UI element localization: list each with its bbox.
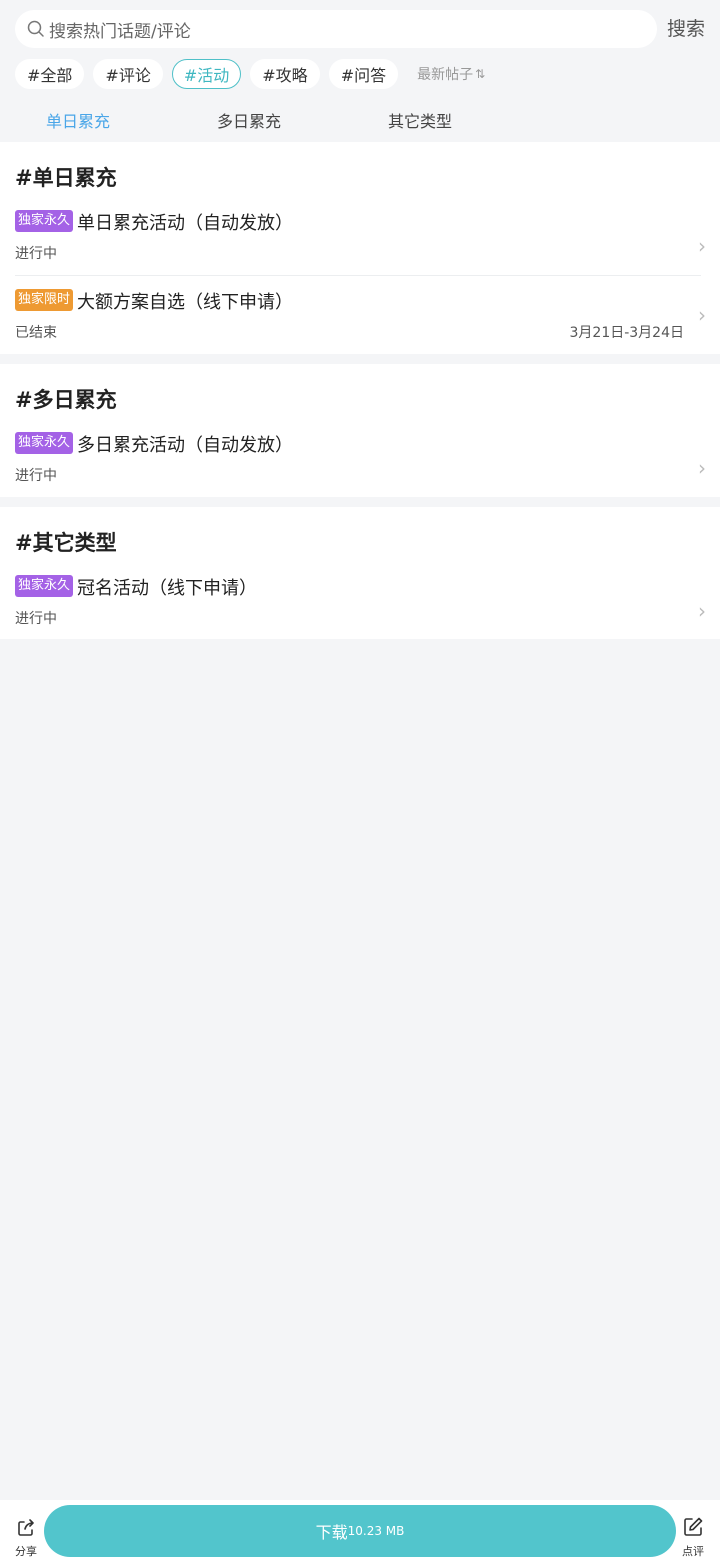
badge-permanent: 独家永久 [15, 210, 74, 232]
section-single-day: #单日累充 独家永久 单日累充活动（自动发放） 进行中 › 独家限时 大额方案自… [0, 142, 720, 354]
tab-other[interactable]: 其它类型 [388, 108, 452, 132]
badge-limited: 独家限时 [15, 289, 74, 311]
search-input[interactable]: 搜索热门话题/评论 [15, 10, 657, 48]
section-title: #多日累充 [15, 388, 117, 412]
item-title: 单日累充活动（自动发放） [77, 213, 293, 234]
sort-toggle[interactable]: 最新帖子 ⇅ [417, 64, 485, 84]
chevron-right-icon: › [698, 234, 706, 258]
review-label: 点评 [682, 1545, 704, 1558]
sort-label: 最新帖子 [417, 67, 474, 83]
sort-arrows-icon: ⇅ [475, 67, 486, 81]
list-item[interactable]: 独家永久 单日累充活动（自动发放） 进行中 › [0, 198, 720, 274]
edit-icon [684, 1517, 703, 1536]
list-item[interactable]: 独家永久 多日累充活动（自动发放） 进行中 › [0, 420, 720, 496]
divider [15, 275, 701, 276]
chevron-right-icon: › [698, 456, 706, 480]
chip-comments[interactable]: #评论 [93, 59, 163, 89]
search-icon [27, 20, 44, 37]
tab-multi-day[interactable]: 多日累充 [217, 108, 281, 132]
tab-single-day[interactable]: 单日累充 [46, 108, 110, 132]
list-item[interactable]: 独家限时 大额方案自选（线下申请） 已结束 3月21日-3月24日 › [0, 277, 720, 353]
category-tabs: 单日累充 多日累充 其它类型 [0, 108, 720, 134]
chip-all[interactable]: #全部 [15, 59, 85, 89]
download-size: 10.23 MB [347, 1524, 405, 1538]
item-status: 进行中 [15, 468, 57, 484]
bottom-bar: 分享 下载 10.23 MB 点评 [0, 1500, 720, 1563]
search-button[interactable]: 搜索 [667, 14, 705, 41]
chip-qa[interactable]: #问答 [328, 59, 399, 89]
item-status: 进行中 [15, 246, 57, 262]
section-multi-day: #多日累充 独家永久 多日累充活动（自动发放） 进行中 › [0, 364, 720, 497]
badge-permanent: 独家永久 [15, 432, 74, 454]
chevron-right-icon: › [698, 303, 706, 327]
chip-events[interactable]: #活动 [171, 59, 242, 89]
item-status: 进行中 [15, 611, 57, 627]
section-title: #其它类型 [15, 531, 117, 555]
download-label: 下载 [315, 1523, 348, 1542]
item-title: 大额方案自选（线下申请） [77, 292, 293, 313]
item-title: 多日累充活动（自动发放） [77, 435, 293, 456]
list-item[interactable]: 独家永久 冠名活动（线下申请） 进行中 › [0, 563, 720, 639]
item-date: 3月21日-3月24日 [569, 325, 685, 341]
search-placeholder: 搜索热门话题/评论 [49, 21, 191, 42]
download-button[interactable]: 下载 10.23 MB [44, 1505, 676, 1557]
chip-guides[interactable]: #攻略 [250, 59, 320, 89]
share-label: 分享 [15, 1545, 37, 1558]
section-title: #单日累充 [15, 166, 117, 190]
badge-permanent: 独家永久 [15, 575, 74, 597]
item-title: 冠名活动（线下申请） [77, 578, 257, 599]
chevron-right-icon: › [698, 599, 706, 623]
item-status: 已结束 [15, 325, 57, 341]
section-other: #其它类型 独家永久 冠名活动（线下申请） 进行中 › [0, 507, 720, 639]
share-button[interactable]: 分享 [12, 1518, 40, 1559]
share-icon [18, 1519, 34, 1536]
top-bar: 搜索热门话题/评论 搜索 #全部 #评论 #活动 #攻略 #问答 最新帖子 ⇅ … [0, 0, 720, 142]
filter-chips: #全部 #评论 #活动 #攻略 #问答 最新帖子 ⇅ [15, 59, 485, 89]
review-button[interactable]: 点评 [679, 1516, 707, 1559]
